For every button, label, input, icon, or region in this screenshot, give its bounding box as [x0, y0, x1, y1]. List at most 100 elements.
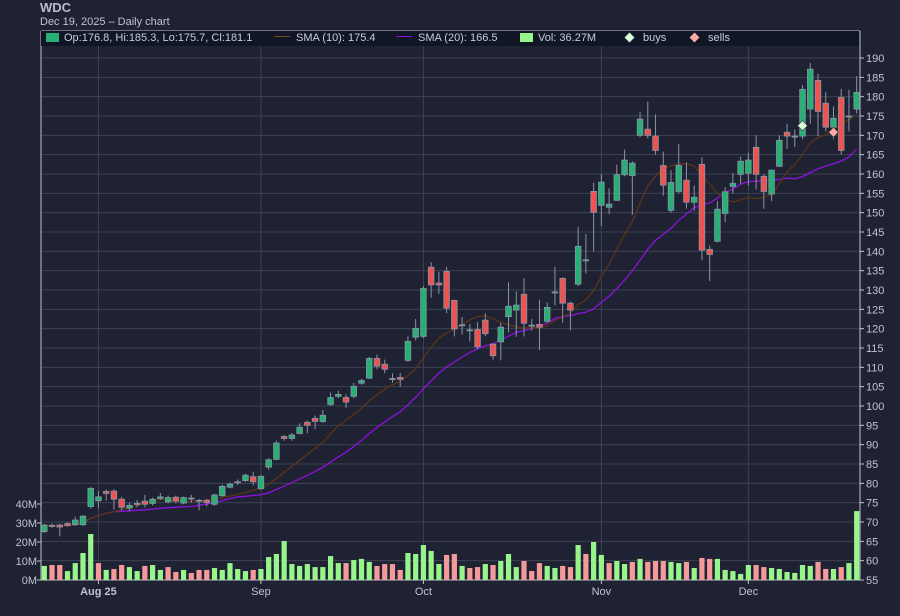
candle-body [149, 498, 156, 504]
candle-body [520, 293, 528, 324]
volume-swatch-icon [520, 33, 533, 42]
price-tick-label: 100 [866, 401, 884, 413]
volume-bar [668, 561, 674, 580]
candle-body [288, 434, 296, 439]
volume-tick-label: 10M [16, 556, 37, 568]
candle-body [706, 248, 713, 255]
candle-body [48, 525, 56, 527]
candle-body [389, 378, 396, 380]
candle-body [544, 306, 551, 322]
volume-bar [258, 568, 264, 580]
volume-bar [714, 558, 721, 580]
price-tick-label: 105 [866, 382, 884, 394]
volume-bar [552, 568, 558, 580]
x-tick-label: Nov [592, 586, 612, 598]
candle-body [404, 341, 412, 361]
candle-body [64, 523, 71, 526]
volume-bar [304, 564, 310, 580]
candle-body [397, 376, 404, 380]
price-tick-label: 60 [866, 556, 878, 568]
volume-bar [660, 561, 666, 580]
candle-body [660, 165, 667, 186]
volume-bar [273, 553, 280, 580]
price-tick-label: 120 [866, 324, 884, 336]
candle-body [280, 436, 288, 439]
candle-body [87, 487, 94, 507]
candle-body [56, 524, 63, 528]
volume-bar [722, 569, 728, 580]
candle-body [110, 490, 118, 500]
volume-bar [413, 553, 419, 580]
candle-body [853, 92, 860, 110]
candle-body [350, 385, 357, 397]
candle-body [567, 302, 574, 311]
price-tick-label: 55 [866, 575, 878, 587]
volume-bar [64, 571, 71, 580]
volume-bar [157, 569, 163, 580]
candle-body [273, 442, 280, 460]
x-tick-label: Oct [415, 586, 432, 598]
candle-body [721, 191, 729, 214]
volume-bar [49, 564, 55, 580]
candle-body [621, 159, 628, 176]
candle-body [381, 363, 388, 370]
candle-body [691, 196, 698, 203]
volume-bar [474, 567, 481, 580]
legend-ohlc-text: Op:176.8, Hi:185.3, Lo:175.7, Cl:181.1 [64, 32, 253, 44]
candle-body [366, 358, 373, 379]
legend-volume: Vol: 36.27M [520, 32, 596, 44]
volume-bar [768, 568, 775, 580]
volume-bar [327, 556, 334, 580]
volume-bar [614, 561, 620, 580]
candle-body [582, 259, 590, 262]
price-tick-label: 165 [866, 150, 884, 162]
volume-bar [389, 564, 396, 580]
candle-body [536, 324, 543, 328]
volume-bar [196, 569, 202, 580]
candle-body [574, 245, 582, 285]
volume-bar [521, 561, 527, 580]
candle-body [505, 305, 512, 318]
volume-bar [72, 563, 78, 580]
price-tick-label: 155 [866, 188, 884, 200]
volume-bar [513, 567, 519, 580]
price-tick-label: 140 [866, 246, 884, 258]
volume-bar [846, 563, 852, 580]
candle-body [211, 494, 218, 505]
price-tick-label: 150 [866, 208, 884, 220]
volume-bar [397, 569, 403, 580]
candle-body [497, 326, 504, 343]
volume-bar [544, 565, 550, 580]
volume-bar [591, 542, 597, 580]
candle-body [513, 304, 520, 311]
candle-body [226, 483, 234, 488]
candle-body [791, 135, 798, 138]
x-tick-label: Aug 25 [80, 586, 117, 598]
volume-bar [111, 568, 117, 580]
volume-bar [676, 563, 682, 580]
volume-tick-label: 40M [16, 499, 37, 511]
candle-body [102, 491, 110, 494]
price-tick-label: 145 [866, 227, 884, 239]
volume-bar [567, 567, 574, 580]
volume-bar [266, 557, 272, 580]
volume-bar [691, 568, 697, 580]
candle-body [768, 169, 775, 195]
volume-bar [645, 561, 651, 580]
candle-body [234, 481, 241, 484]
candle-body [420, 288, 427, 337]
price-tick-label: 115 [866, 343, 884, 355]
legend-sells: sells [689, 32, 730, 44]
candle-body [265, 459, 272, 468]
candle-body [373, 358, 381, 367]
candle-body [783, 131, 791, 137]
legend-buys: buys [624, 32, 666, 44]
volume-bar [119, 564, 125, 580]
volume-bar [204, 569, 210, 580]
candle-body [296, 426, 303, 434]
volume-bar [498, 561, 504, 580]
candle-body [95, 496, 102, 502]
price-tick-label: 180 [866, 92, 884, 104]
volume-bar [312, 567, 318, 580]
volume-bar [420, 545, 427, 580]
